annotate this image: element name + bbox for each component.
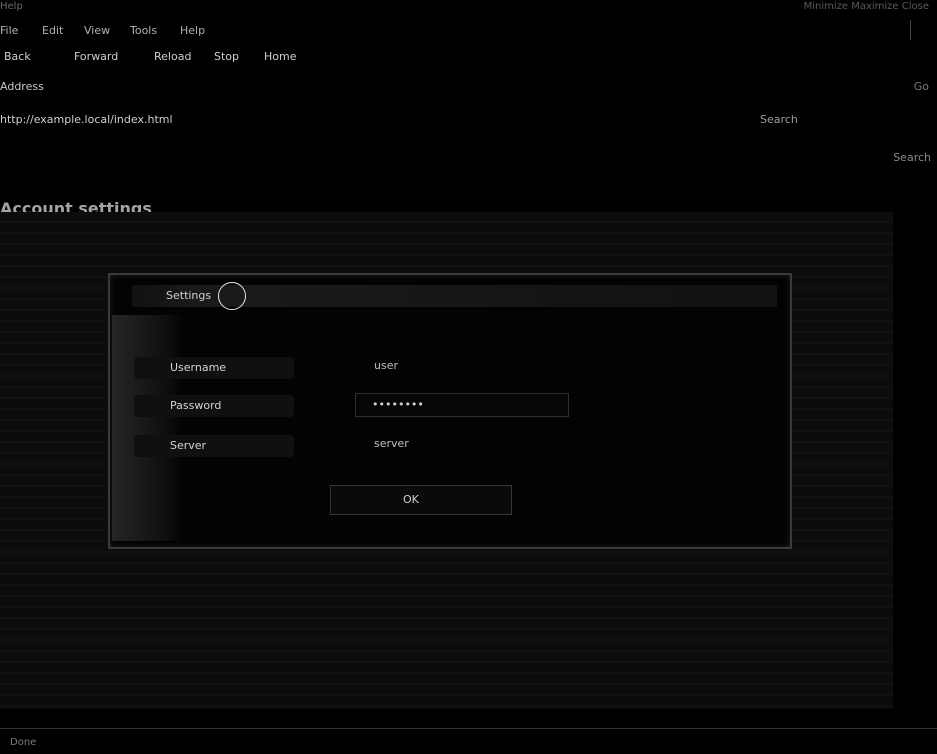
window-controls[interactable]: Minimize Maximize Close [804,1,929,12]
url-search-button[interactable]: Search [760,113,798,126]
menu-bar: File Edit View Tools Help [0,20,911,40]
ok-button-label: OK [403,493,419,506]
field-label-server: Server [134,435,294,457]
field-label-password: Password [134,395,294,417]
window-titlebar: Help Minimize Maximize Close [0,0,937,18]
reload-button[interactable]: Reload [150,50,195,66]
cursor-highlight [218,282,246,310]
back-button[interactable]: Back [0,50,35,66]
home-button[interactable]: Home [260,50,300,66]
field-label-text: Username [170,361,227,374]
stop-button[interactable]: Stop [210,50,243,66]
field-value-text: user [374,359,398,372]
password-field[interactable]: •••••••• [355,393,569,417]
address-row: Address Go [0,76,937,98]
dialog-sidebar [112,315,182,541]
settings-dialog: Settings Username user Password ••••••••… [108,273,792,549]
status-left-text: Done [10,737,37,748]
field-label-text: Password [170,399,222,412]
toolbar: Back Forward Reload Stop Home [0,46,912,70]
menu-tools[interactable]: Tools [130,24,157,37]
url-field[interactable]: http://example.local/index.html [0,113,750,126]
window-title: Help [0,1,23,12]
field-value-text: server [374,437,409,450]
field-label-username: Username [134,357,294,379]
field-value-server[interactable]: server [360,433,560,455]
menu-view[interactable]: View [84,24,110,37]
field-value-username[interactable]: user [360,355,560,377]
field-label-text: Server [170,439,207,452]
forward-button[interactable]: Forward [70,50,122,66]
ok-button[interactable]: OK [330,485,512,515]
search-hint[interactable]: Search [893,151,931,164]
password-field-value: •••••••• [372,398,424,411]
menu-file[interactable]: File [0,24,18,37]
menu-help[interactable]: Help [180,24,205,37]
address-go-button[interactable]: Go [914,80,929,93]
address-label: Address [0,80,44,93]
menu-edit[interactable]: Edit [42,24,63,37]
url-row: http://example.local/index.html Search [0,108,937,132]
dialog-title: Settings [166,289,212,302]
status-bar: Done [0,728,937,754]
